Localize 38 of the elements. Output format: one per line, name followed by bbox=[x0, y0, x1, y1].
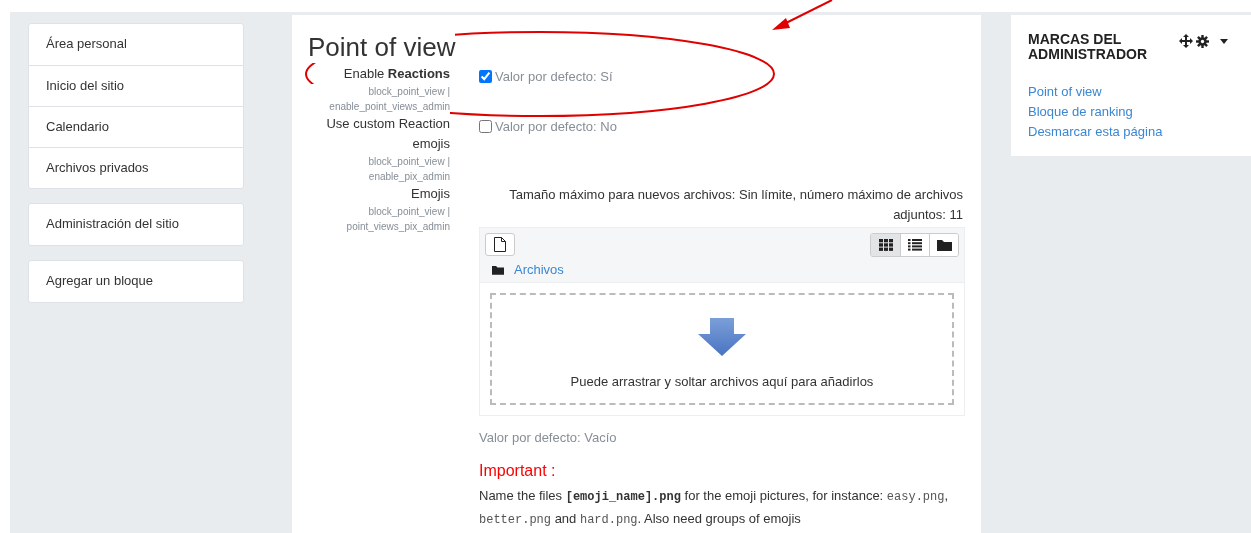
caret-icon[interactable] bbox=[1220, 38, 1228, 44]
nav-item[interactable]: Calendario bbox=[29, 106, 243, 147]
setting-checkbox[interactable] bbox=[479, 70, 492, 83]
drop-hint-text: Puede arrastrar y soltar archivos aquí para añadirlos bbox=[570, 372, 874, 391]
download-arrow-icon bbox=[698, 317, 746, 356]
view-mode-button[interactable] bbox=[871, 234, 900, 256]
view-mode-button[interactable] bbox=[929, 234, 958, 256]
move-icon[interactable] bbox=[1179, 34, 1193, 48]
nav-item[interactable]: Área personal bbox=[29, 24, 243, 65]
setting-checkbox[interactable] bbox=[479, 120, 492, 133]
setting-label: Enable Reactions bbox=[342, 65, 450, 83]
default-value-text: Valor por defecto: No bbox=[495, 118, 617, 136]
folder-icon bbox=[936, 239, 952, 251]
block-title: MARCAS DEL ADMINISTRADOR bbox=[1028, 32, 1148, 62]
nav-item[interactable]: Archivos privados bbox=[29, 147, 243, 188]
default-value-text: Valor por defecto: Vacío bbox=[479, 429, 618, 447]
block-link[interactable]: Desmarcar esta página bbox=[1028, 122, 1234, 142]
grid-icon bbox=[878, 239, 893, 251]
settings-icon[interactable] bbox=[1196, 34, 1209, 48]
setting-label: Use custom Reaction emojis bbox=[325, 115, 450, 153]
file-limits-text: Tamaño máximo para nuevos archivos: Sin límite, número máximo de archivos adjuntos: 11 bbox=[508, 186, 964, 224]
folder-icon bbox=[492, 264, 504, 275]
default-value-text: Valor por defecto: Sí bbox=[495, 68, 613, 86]
path-link[interactable]: Archivos bbox=[514, 259, 564, 280]
page-title: Point of view bbox=[308, 31, 456, 63]
nav-item[interactable]: Inicio del sitio bbox=[29, 65, 243, 106]
setting-hint: block_point_view | enable_point_views_admin bbox=[308, 84, 450, 114]
important-heading: Important : bbox=[479, 460, 557, 481]
view-mode-button[interactable] bbox=[900, 234, 929, 256]
setting-label: Emojis bbox=[410, 185, 450, 203]
nav-item[interactable]: Administración del sitio bbox=[29, 204, 243, 245]
list-icon bbox=[908, 239, 922, 251]
block-link[interactable]: Point of view bbox=[1028, 82, 1234, 102]
block-link[interactable]: Bloque de ranking bbox=[1028, 102, 1234, 122]
nav-item[interactable]: Agregar un bloque bbox=[29, 261, 243, 302]
file-icon bbox=[494, 237, 506, 252]
add-file-button[interactable] bbox=[485, 233, 515, 256]
instructions-paragraph: Name the files [emoji_name].png for the emoji pictures, for instance: easy.png, better.png and hard.png. Also need groups of emojis bbox=[479, 486, 950, 529]
